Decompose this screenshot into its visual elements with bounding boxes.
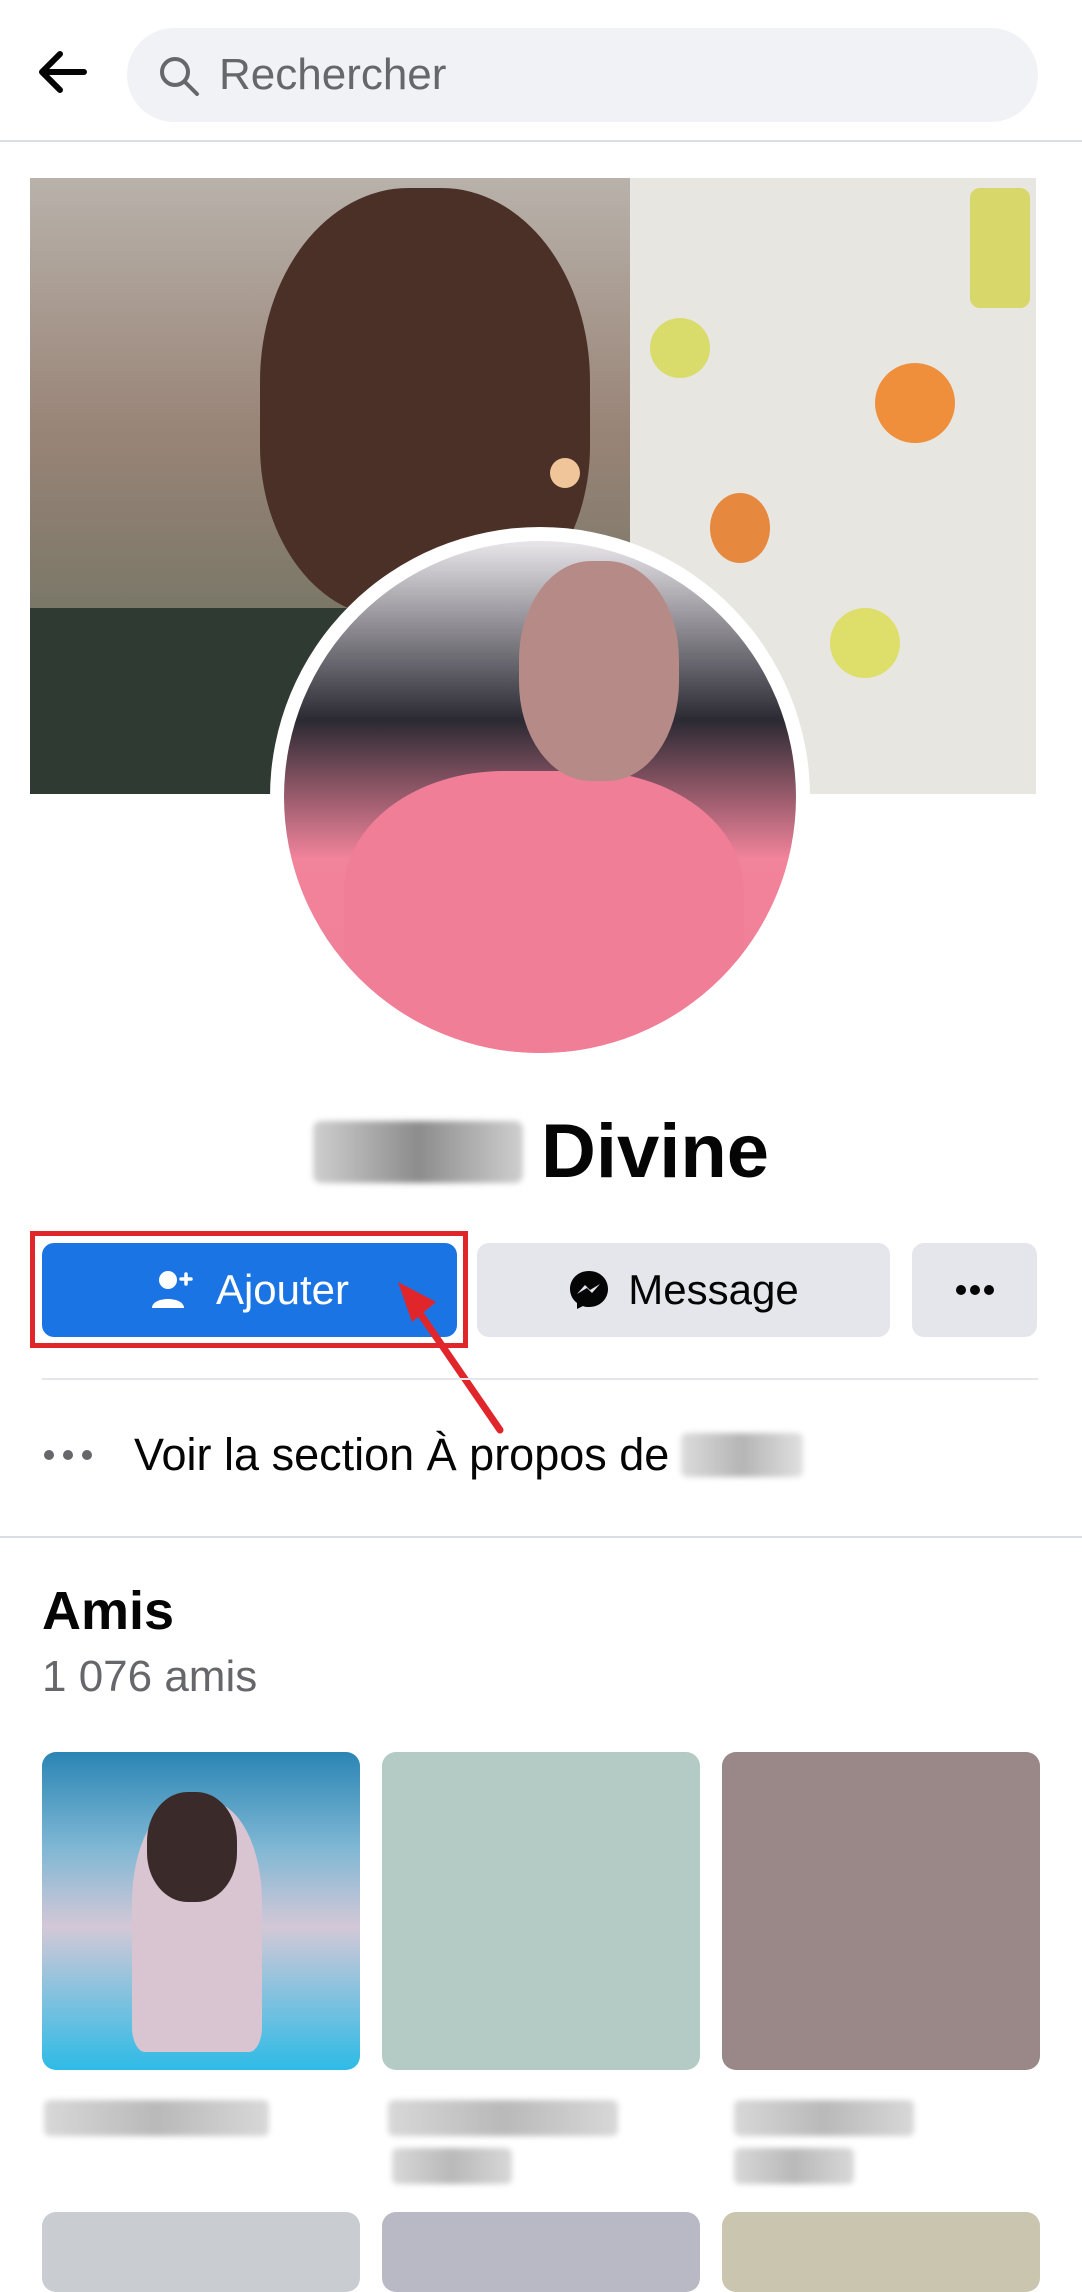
messenger-icon xyxy=(570,1271,609,1309)
friend-name-redacted[interactable] xyxy=(388,2100,618,2136)
search-bar[interactable] xyxy=(127,28,1038,122)
message-button[interactable]: Message xyxy=(477,1243,890,1337)
friend-tile[interactable] xyxy=(382,2212,700,2292)
more-horizontal-icon xyxy=(955,1285,994,1295)
friends-title: Amis xyxy=(42,1581,175,1641)
friend-tile[interactable] xyxy=(722,2212,1040,2292)
search-icon xyxy=(160,57,199,96)
profile-avatar[interactable] xyxy=(270,527,810,1067)
profile-name: Divine xyxy=(0,1108,1082,1195)
more-options-button[interactable] xyxy=(912,1243,1037,1337)
friend-tile[interactable] xyxy=(722,1752,1040,2070)
section-divider xyxy=(0,1536,1082,1538)
friend-tile[interactable] xyxy=(42,1752,360,2070)
arrow-left-icon xyxy=(39,51,87,93)
friends-count: 1 076 amis xyxy=(42,1652,258,1701)
friend-name-redacted[interactable] xyxy=(734,2100,914,2136)
search-input[interactable] xyxy=(219,28,999,122)
friend-name-redacted[interactable] xyxy=(44,2100,269,2136)
top-bar xyxy=(0,0,1082,142)
more-horizontal-icon xyxy=(44,1450,92,1460)
divider xyxy=(42,1378,1038,1380)
friend-name-redacted[interactable] xyxy=(734,2148,854,2184)
redacted-first-name xyxy=(312,1121,523,1183)
back-button[interactable] xyxy=(26,36,98,108)
friend-tile[interactable] xyxy=(382,1752,700,2070)
friend-tile[interactable] xyxy=(42,2212,360,2292)
redacted-name xyxy=(681,1433,804,1477)
about-section-link[interactable]: Voir la section À propos de xyxy=(42,1415,1042,1495)
message-label: Message xyxy=(628,1266,799,1313)
about-label: Voir la section À propos de xyxy=(134,1429,670,1480)
profile-last-name: Divine xyxy=(540,1109,770,1194)
friend-name-redacted[interactable] xyxy=(392,2148,512,2184)
